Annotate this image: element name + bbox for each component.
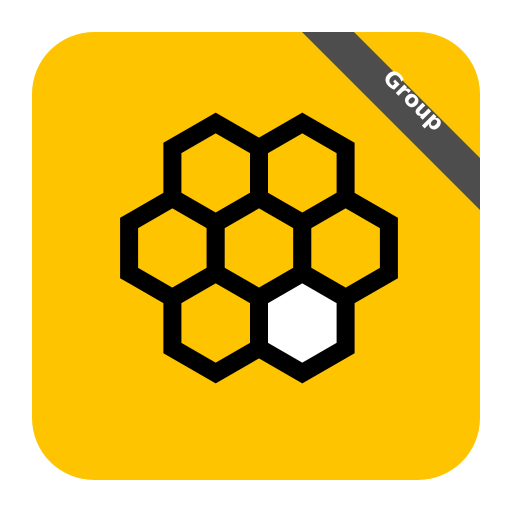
hex-cell-bottom-left — [163, 262, 268, 384]
app-icon: Group — [0, 0, 512, 512]
hex-cell-bottom-right-highlighted — [250, 262, 355, 384]
app-icon-graphic: Group — [32, 32, 480, 480]
honeycomb-icon — [120, 112, 398, 384]
